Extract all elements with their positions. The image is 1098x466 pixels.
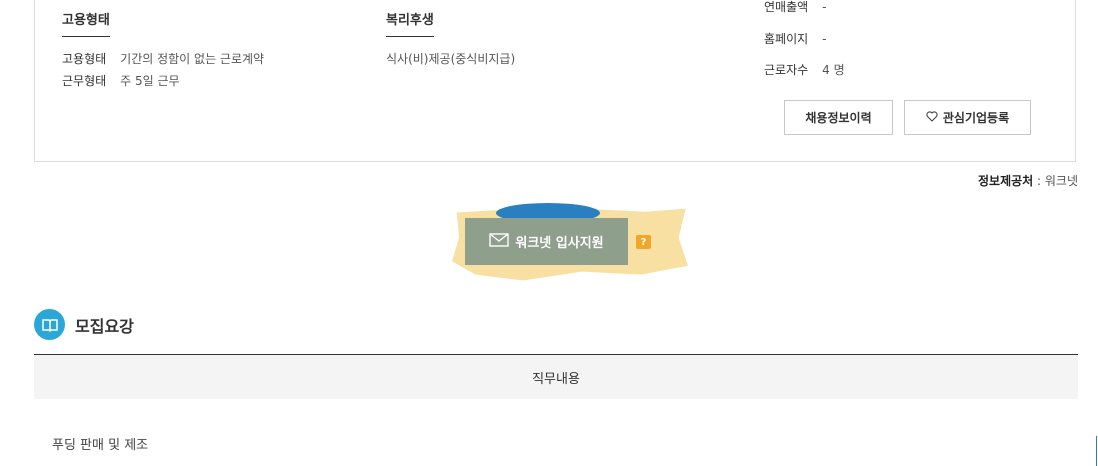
company-info-box: 고용형태 고용형태 기간의 정함이 없는 근로계약 근무형태 주 5일 근무 복리후… [34, 0, 1076, 162]
homepage-key: 홈페이지 [764, 32, 809, 46]
info-provider: 정보제공처 : 워크넷 [978, 172, 1078, 189]
job-content-header: 직무내용 [34, 354, 1078, 399]
work-type-row: 근무형태 주 5일 근무 [62, 72, 180, 90]
welfare-title: 복리후생 [386, 12, 434, 37]
revenue-row: 연매출액 - [764, 0, 827, 16]
add-favorite-label: 관심기업등록 [942, 111, 1010, 125]
add-favorite-company-button[interactable]: 관심기업등록 [904, 100, 1031, 135]
employment-type-value: 기간의 정함이 없는 근로계약 [120, 52, 265, 66]
employees-value: 4 명 [822, 63, 845, 77]
book-icon [34, 309, 65, 340]
welfare-text: 식사(비)제공(중식비지급) [386, 50, 515, 68]
help-icon[interactable]: ? [636, 235, 651, 249]
welfare-value: 식사(비)제공(중식비지급) [386, 52, 516, 66]
section-title: 모집요강 [75, 316, 134, 336]
homepage-value: - [822, 32, 827, 46]
work-type-key: 근무형태 [62, 74, 107, 88]
employment-title: 고용형태 [62, 12, 110, 37]
provider-value: 워크넷 [1044, 174, 1078, 188]
employees-key: 근로자수 [764, 63, 809, 77]
heart-outline-icon [926, 110, 938, 125]
revenue-key: 연매출액 [764, 0, 809, 14]
provider-label: 정보제공처 [978, 174, 1034, 188]
employment-row: 고용형태 기간의 정함이 없는 근로계약 [62, 50, 264, 68]
provider-separator: : [1033, 174, 1045, 188]
revenue-value: - [822, 0, 827, 14]
worknet-apply-button[interactable]: 워크넷 입사지원 [465, 218, 628, 265]
homepage-row: 홈페이지 - [764, 30, 827, 48]
envelope-icon [489, 232, 510, 251]
job-description: 푸딩 판매 및 제조 [52, 438, 149, 453]
recruit-section-header: 모집요강 [34, 309, 134, 340]
hiring-history-label: 채용정보이력 [805, 111, 872, 125]
apply-label: 워크넷 입사지원 [515, 236, 604, 251]
hiring-history-button[interactable]: 채용정보이력 [784, 100, 893, 135]
work-type-value: 주 5일 근무 [120, 74, 180, 88]
employment-type-key: 고용형태 [62, 52, 107, 66]
edge-divider [1096, 436, 1097, 466]
employees-row: 근로자수 4 명 [764, 61, 845, 79]
